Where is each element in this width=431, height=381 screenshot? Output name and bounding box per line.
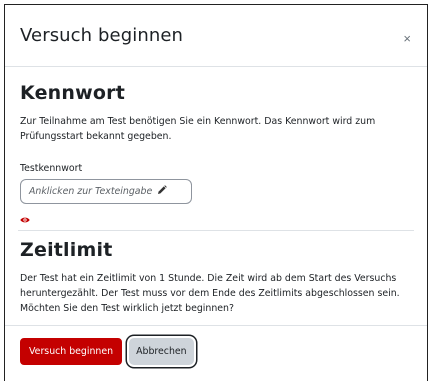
start-attempt-dialog: Versuch beginnen × Kennwort Zur Teilnahm… [4,4,428,381]
dialog-footer: Versuch beginnen Abbrechen [20,326,412,365]
start-attempt-button[interactable]: Versuch beginnen [20,338,123,365]
eye-icon[interactable] [20,209,30,223]
password-description: Zur Teilnahme am Test benötigen Sie ein … [20,116,376,142]
password-field-label: Testkennwort [20,163,83,174]
cancel-button[interactable]: Abbrechen [129,338,194,365]
password-placeholder: Anklicken zur Texteingabe [29,186,153,197]
close-icon[interactable]: × [401,31,413,46]
time-limit-heading: Zeitlimit [20,239,113,261]
dialog-body: Kennwort Zur Teilnahme am Test benötigen… [5,82,427,365]
time-limit-description: Der Test hat ein Zeitlimit von 1 Stunde.… [20,273,400,314]
dialog-header: Versuch beginnen × [5,5,427,67]
pencil-icon [157,185,168,198]
password-heading: Kennwort [20,82,125,104]
section-divider [18,230,414,231]
dialog-title: Versuch beginnen [20,25,184,46]
password-input[interactable]: Anklicken zur Texteingabe [20,179,192,204]
